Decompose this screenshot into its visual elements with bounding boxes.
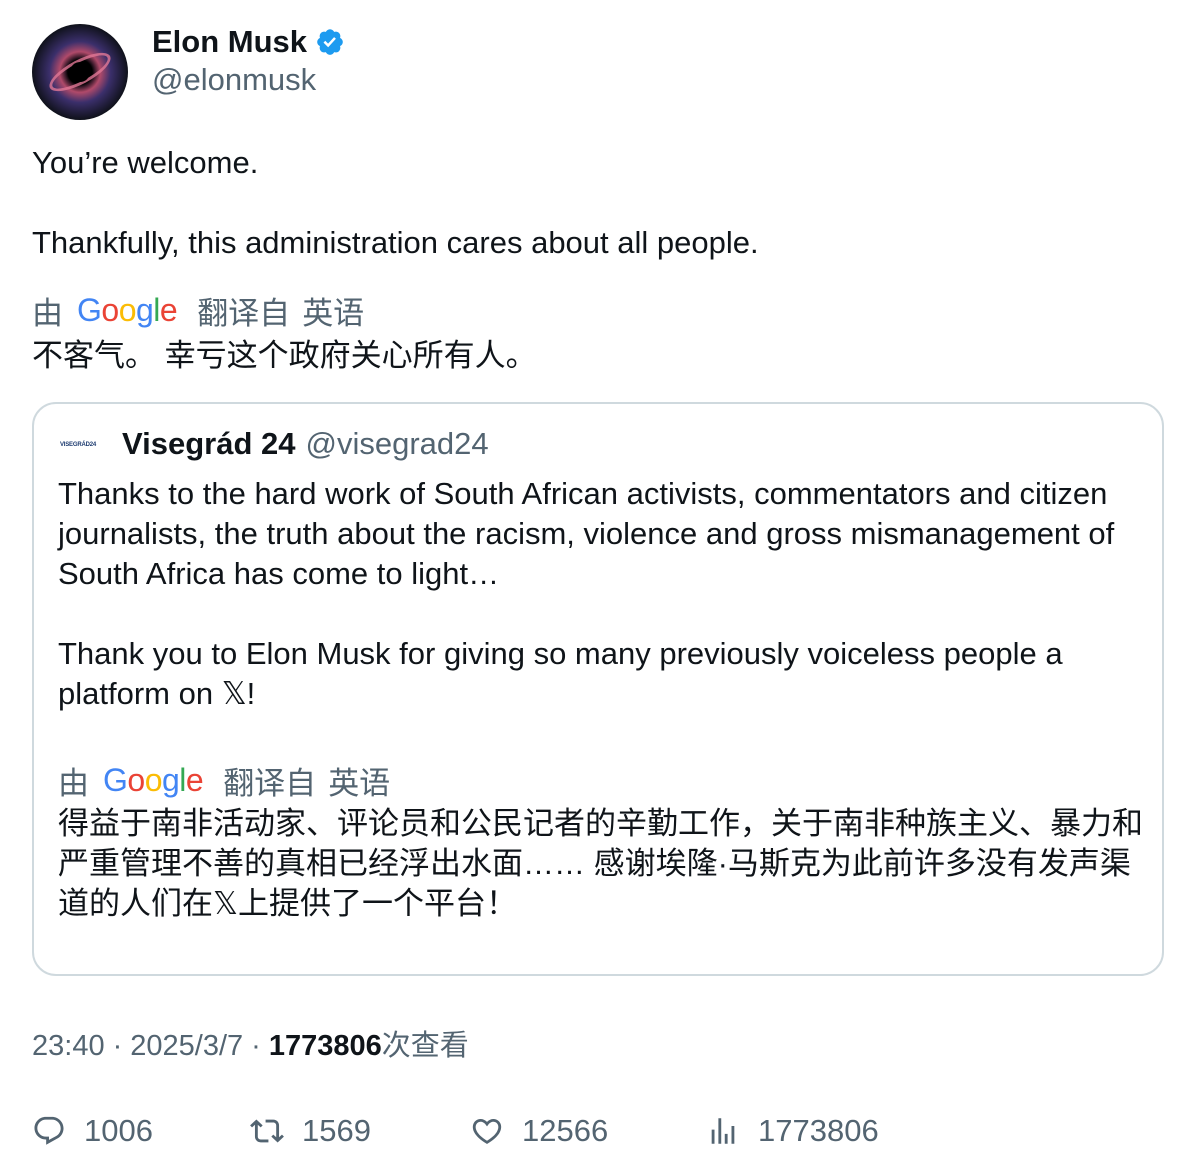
meta-separator: · [251,1030,261,1062]
repost-icon [250,1119,284,1143]
google-logo[interactable]: Google [77,292,178,329]
tweet-date[interactable]: 2025/3/7 [130,1030,243,1063]
quoted-paragraph-2: Thank you to Elon Musk for giving so man… [58,636,1063,711]
reply-count: 1006 [84,1113,153,1148]
heart-icon [472,1118,502,1144]
repost-button[interactable]: 1569 [250,1106,371,1156]
author-name-row: Elon Musk [152,22,345,62]
analytics-icon [711,1118,735,1144]
tweet-line-2: Thankfully, this administration cares ab… [32,225,759,260]
quoted-paragraph-1: Thanks to the hard work of South African… [58,476,1115,591]
tweet-text: You’re welcome. Thankfully, this adminis… [32,143,1162,263]
author-name[interactable]: Elon Musk [152,24,307,60]
author-avatar[interactable] [32,24,128,120]
repost-count: 1569 [302,1113,371,1148]
like-count: 12566 [522,1113,609,1148]
quoted-author-row: Visegrád 24 @visegrad24 [122,426,489,462]
views-button[interactable]: 1773806 [706,1106,879,1156]
quoted-author-handle[interactable]: @visegrad24 [305,426,488,462]
quoted-tweet-text: Thanks to the hard work of South African… [58,474,1148,714]
quoted-translation-by-label: 由 [58,766,89,801]
translation-from-label: 翻译自 [197,296,291,331]
quoted-google-logo[interactable]: Google [103,762,204,799]
quoted-translated-text: 得益于南非活动家、评论员和公民记者的辛勤工作，关于南非种族主义、暴力和严重管理不… [58,806,1143,921]
action-bar: 1006 1569 12566 1773806 [32,1106,1164,1156]
tweet-line-1: You’re welcome. [32,145,259,180]
translation-attribution: 由 Google 翻译自 英语 [32,288,364,333]
quoted-translation-attribution: 由 Google 翻译自 英语 [58,758,390,803]
avatar-core-decoration [70,62,90,82]
translation-source-language: 英语 [302,296,365,331]
reply-button[interactable]: 1006 [32,1106,153,1156]
views-label: 次查看 [381,1030,469,1062]
views-action-count: 1773806 [758,1113,879,1148]
quoted-translation-from-label: 翻译自 [223,766,317,801]
quoted-author-avatar[interactable]: VISEGRÁD24 [58,430,98,460]
quoted-tweet-card[interactable]: VISEGRÁD24 Visegrád 24 @visegrad24 Thank… [32,402,1164,976]
verified-badge-icon [317,29,343,55]
like-button[interactable]: 12566 [470,1106,608,1156]
translated-text: 不客气。 幸亏这个政府关心所有人。 [32,338,537,373]
views-count: 1773806 [268,1030,382,1062]
quoted-translation-source-language: 英语 [328,766,391,801]
tweet-meta: 23:40 · 2025/3/7 · 1773806 次查看 [32,1022,469,1064]
reply-icon [34,1116,64,1145]
quoted-author-name[interactable]: Visegrád 24 [122,426,295,462]
meta-separator: · [112,1030,123,1062]
tweet-time[interactable]: 23:40 [32,1030,105,1063]
author-handle[interactable]: @elonmusk [152,62,316,98]
translation-by-label: 由 [32,296,63,331]
